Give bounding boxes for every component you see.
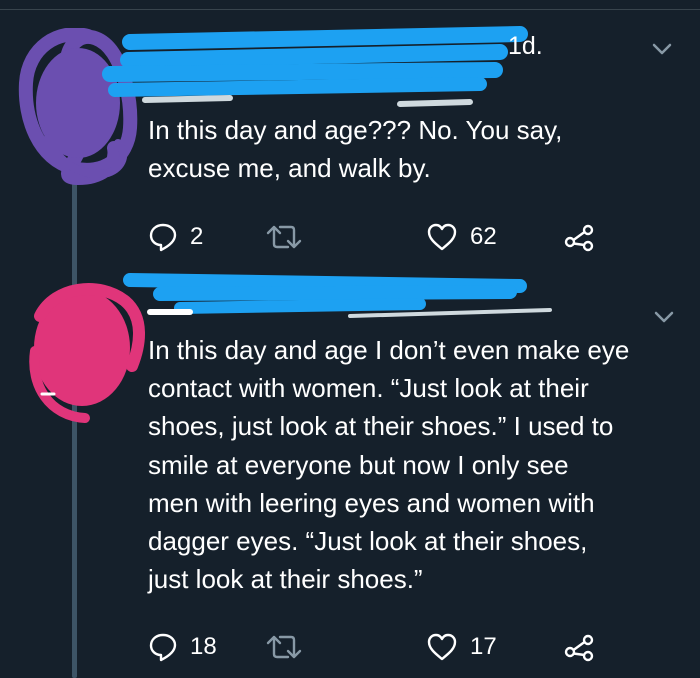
chevron-down-icon[interactable] (652, 305, 676, 329)
reply-count: 2 (190, 223, 204, 250)
comment-icon (149, 223, 177, 252)
reply-button[interactable]: 2 (148, 220, 203, 254)
heart-icon (427, 223, 457, 251)
tweet[interactable]: In this day and age I don’t even make ey… (0, 268, 700, 678)
reply-count: 18 (190, 633, 217, 660)
heart-icon (427, 633, 457, 661)
like-count: 17 (470, 633, 497, 660)
share-icon (564, 224, 594, 252)
tweet-text: In this day and age??? No. You say, excu… (148, 115, 563, 183)
retweet-button[interactable] (266, 630, 314, 664)
tweet[interactable]: 1d. In this day and age??? No. You say, … (0, 0, 700, 268)
like-button[interactable]: 62 (426, 220, 497, 254)
retweet-icon (266, 225, 302, 249)
reply-button[interactable]: 18 (148, 630, 217, 664)
like-button[interactable]: 17 (426, 630, 497, 664)
like-count: 62 (470, 223, 497, 250)
tweet-text: In this day and age I don’t even make ey… (148, 335, 630, 595)
name-redaction (102, 26, 528, 107)
share-button[interactable] (562, 220, 596, 254)
comment-icon (149, 633, 177, 662)
share-icon (564, 634, 594, 662)
tweet-actions: 2 62 (148, 220, 618, 254)
tweet-time[interactable]: 1d. (508, 32, 543, 61)
retweet-button[interactable] (266, 220, 314, 254)
name-redaction (123, 273, 552, 318)
chevron-down-icon[interactable] (650, 37, 674, 61)
share-button[interactable] (562, 630, 596, 664)
tweet-actions: 18 17 (148, 630, 618, 664)
retweet-icon (266, 635, 302, 659)
